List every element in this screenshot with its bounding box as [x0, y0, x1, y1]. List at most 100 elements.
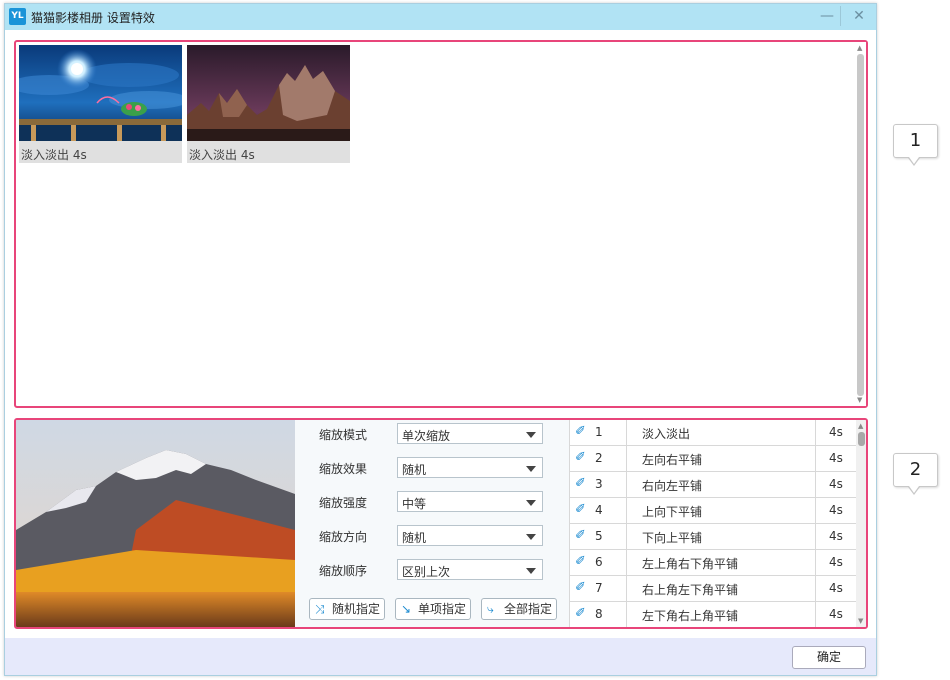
- effect-duration: 4s: [829, 607, 843, 621]
- effect-number: 5: [595, 529, 603, 543]
- list-item[interactable]: ✐ 6 左上角右下角平铺 4s: [570, 550, 856, 576]
- effect-name: 右上角左下角平铺: [642, 583, 739, 597]
- zoom-strength-select[interactable]: 中等: [397, 491, 543, 512]
- list-item[interactable]: ✐ 4 上向下平铺 4s: [570, 498, 856, 524]
- single-assign-button[interactable]: ↘ 单项指定: [395, 598, 471, 620]
- effect-name: 左上角右下角平铺: [642, 557, 739, 571]
- close-button[interactable]: ✕: [846, 6, 872, 26]
- setting-row-zoom-mode: 缩放模式 单次缩放: [295, 423, 569, 445]
- column-divider: [626, 498, 627, 523]
- effect-duration: 4s: [829, 477, 843, 491]
- column-divider: [626, 472, 627, 497]
- scroll-down-icon[interactable]: ▼: [858, 617, 863, 625]
- setting-label: 缩放模式: [319, 428, 368, 442]
- setting-row-zoom-order: 缩放顺序 区别上次: [295, 559, 569, 581]
- column-divider: [815, 576, 816, 601]
- brush-icon: ✐: [575, 502, 586, 517]
- effects-dialog: YL 猫猫影楼相册 设置特效 — ✕ 淡入淡出 4s 淡入淡出 4s ▲ ▼ 缩…: [4, 3, 877, 676]
- brush-icon: ✐: [575, 450, 586, 465]
- setting-label: 缩放效果: [319, 462, 368, 476]
- effect-duration: 4s: [829, 425, 843, 439]
- thumbnail-caption: 淡入淡出 4s: [21, 148, 87, 162]
- callout-number: 2: [909, 459, 922, 480]
- scroll-up-icon[interactable]: ▲: [858, 422, 863, 430]
- button-label: 单项指定: [418, 602, 467, 616]
- effect-number: 4: [595, 503, 603, 517]
- assign-all-button[interactable]: ⤷ 全部指定: [481, 598, 557, 620]
- setting-label: 缩放顺序: [319, 564, 368, 578]
- rocky-peaks-dusk-image: [187, 45, 350, 141]
- brush-icon: ✐: [575, 528, 586, 543]
- brush-icon: ✐: [575, 424, 586, 439]
- effect-name: 右向左平铺: [642, 479, 703, 493]
- effect-number: 6: [595, 555, 603, 569]
- slide-thumbnail-panel: 淡入淡出 4s 淡入淡出 4s ▲ ▼: [14, 40, 868, 408]
- effect-name: 淡入淡出: [642, 427, 691, 441]
- scrollbar-thumb[interactable]: [858, 432, 865, 446]
- scroll-down-icon[interactable]: ▼: [857, 396, 862, 404]
- button-label: 随机指定: [332, 602, 381, 616]
- list-item[interactable]: ✐ 2 左向右平铺 4s: [570, 446, 856, 472]
- title-bar[interactable]: YL 猫猫影楼相册 设置特效 — ✕: [5, 4, 876, 30]
- column-divider: [626, 446, 627, 471]
- callout-1: 1: [893, 124, 938, 166]
- vertical-scrollbar[interactable]: ▲ ▼: [855, 42, 866, 406]
- select-value: 随机: [402, 531, 427, 545]
- effect-settings-panel: 缩放模式 单次缩放 缩放效果 随机 缩放强度 中等 缩放方向 随机 缩放顺序 区…: [14, 418, 868, 629]
- minimize-button[interactable]: —: [814, 6, 841, 26]
- thumbnail-card[interactable]: 淡入淡出 4s: [187, 45, 350, 163]
- zoom-mode-select[interactable]: 单次缩放: [397, 423, 543, 444]
- zoom-settings: 缩放模式 单次缩放 缩放效果 随机 缩放强度 中等 缩放方向 随机 缩放顺序 区…: [295, 420, 569, 627]
- dialog-footer: 确定: [5, 638, 876, 675]
- list-item[interactable]: ✐ 7 右上角左下角平铺 4s: [570, 576, 856, 602]
- zoom-direction-select[interactable]: 随机: [397, 525, 543, 546]
- scroll-up-icon[interactable]: ▲: [857, 44, 862, 52]
- setting-row-zoom-effect: 缩放效果 随机: [295, 457, 569, 479]
- column-divider: [815, 420, 816, 445]
- thumbnail-caption: 淡入淡出 4s: [189, 148, 255, 162]
- ok-button[interactable]: 确定: [792, 646, 866, 669]
- callout-tail: [909, 486, 919, 493]
- close-icon: ✕: [853, 8, 865, 24]
- scrollbar-thumb[interactable]: [857, 54, 864, 396]
- column-divider: [815, 446, 816, 471]
- effect-name: 左下角右上角平铺: [642, 609, 739, 623]
- effects-list: ✐ 1 淡入淡出 4s ✐ 2 左向右平铺 4s ✐ 3 右向左平铺 4s ✐ …: [569, 420, 866, 627]
- chevron-down-icon: [526, 500, 536, 506]
- shuffle-icon: ⤨: [315, 602, 325, 616]
- callout-number: 1: [909, 130, 922, 151]
- setting-label: 缩放方向: [319, 530, 368, 544]
- zoom-order-select[interactable]: 区别上次: [397, 559, 543, 580]
- column-divider: [626, 602, 627, 627]
- column-divider: [815, 472, 816, 497]
- app-logo-icon: YL: [9, 8, 26, 25]
- effect-number: 8: [595, 607, 603, 621]
- brush-icon: ✐: [575, 554, 586, 569]
- select-value: 中等: [402, 497, 427, 511]
- column-divider: [815, 550, 816, 575]
- setting-label: 缩放强度: [319, 496, 368, 510]
- random-assign-button[interactable]: ⤨ 随机指定: [309, 598, 385, 620]
- curve-arrow-icon: ⤷: [487, 602, 494, 616]
- list-item[interactable]: ✐ 8 左下角右上角平铺 4s: [570, 602, 856, 627]
- brush-icon: ✐: [575, 476, 586, 491]
- list-item[interactable]: ✐ 3 右向左平铺 4s: [570, 472, 856, 498]
- list-item[interactable]: ✐ 1 淡入淡出 4s: [570, 420, 856, 446]
- curve-arrow-icon: ↘: [401, 602, 412, 616]
- moonlit-night-sky-image: [19, 45, 182, 141]
- effect-duration: 4s: [829, 503, 843, 517]
- effect-name: 下向上平铺: [642, 531, 703, 545]
- effect-duration: 4s: [829, 529, 843, 543]
- list-item[interactable]: ✐ 5 下向上平铺 4s: [570, 524, 856, 550]
- callout-2: 2: [893, 453, 938, 495]
- brush-icon: ✐: [575, 606, 586, 621]
- setting-row-zoom-strength: 缩放强度 中等: [295, 491, 569, 513]
- zoom-effect-select[interactable]: 随机: [397, 457, 543, 478]
- column-divider: [815, 498, 816, 523]
- chevron-down-icon: [526, 568, 536, 574]
- thumbnail-card[interactable]: 淡入淡出 4s: [19, 45, 182, 163]
- select-value: 单次缩放: [402, 429, 451, 443]
- minimize-icon: —: [820, 8, 834, 24]
- effect-duration: 4s: [829, 581, 843, 595]
- vertical-scrollbar[interactable]: ▲ ▼: [856, 420, 866, 627]
